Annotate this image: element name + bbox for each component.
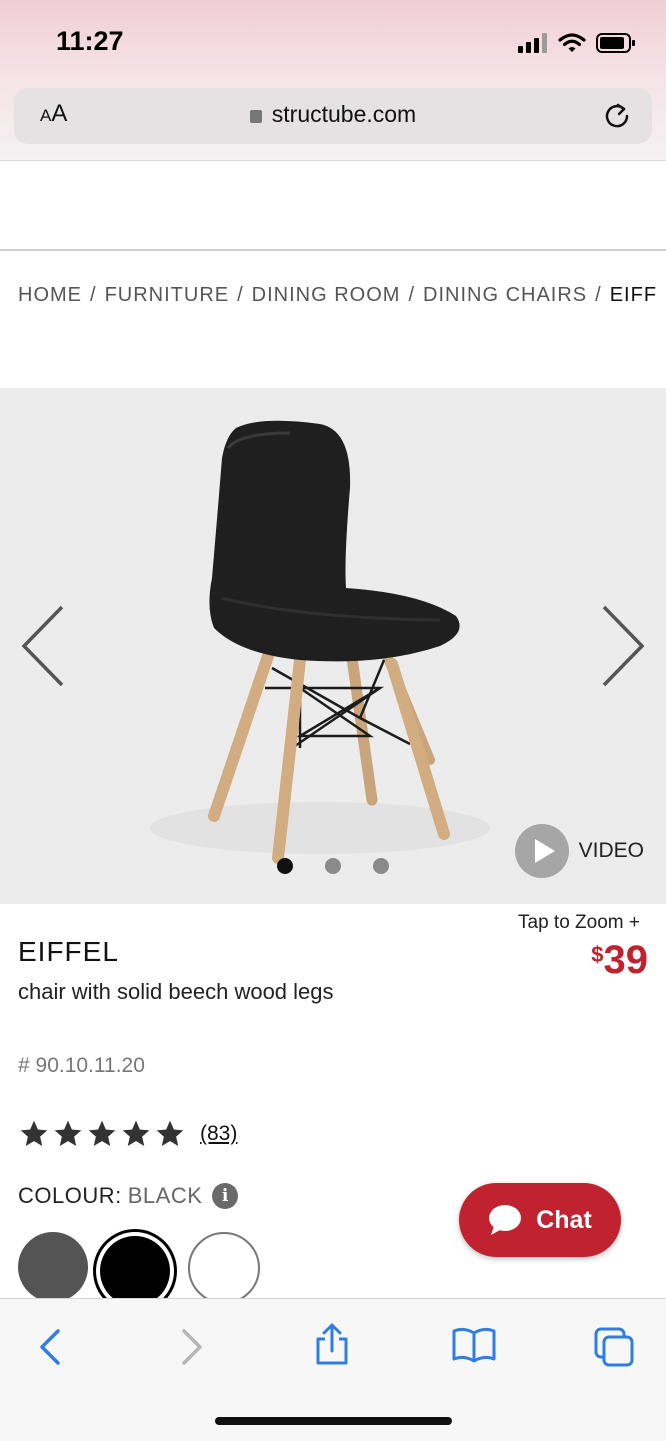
- browser-chrome: 11:27 AA structube.com: [0, 0, 666, 161]
- star-icon: [156, 1120, 184, 1146]
- breadcrumb-separator: /: [90, 284, 97, 306]
- breadcrumb-separator: /: [595, 284, 602, 306]
- share-icon[interactable]: [314, 1323, 350, 1367]
- back-icon[interactable]: [36, 1327, 64, 1367]
- gallery-prev-arrow[interactable]: [18, 603, 68, 689]
- breadcrumb-separator: /: [408, 284, 416, 306]
- breadcrumb-furniture[interactable]: FURNITURE: [105, 284, 230, 306]
- signal-icon: [518, 33, 547, 53]
- gallery-dot[interactable]: [373, 858, 389, 874]
- swatch-white[interactable]: [188, 1232, 260, 1304]
- url-bar[interactable]: AA structube.com: [14, 88, 652, 144]
- status-icons: [518, 28, 636, 58]
- gallery-next-arrow[interactable]: [598, 603, 648, 689]
- star-icon: [20, 1120, 48, 1146]
- chat-button[interactable]: Chat: [459, 1183, 621, 1257]
- site-header: [0, 161, 666, 251]
- info-icon[interactable]: i: [212, 1183, 239, 1209]
- home-indicator: [215, 1417, 452, 1425]
- lock-icon: [249, 110, 262, 123]
- rating[interactable]: (83): [18, 1118, 237, 1150]
- status-time: 11:27: [56, 26, 124, 56]
- product-name: EIFFEL: [18, 936, 119, 967]
- bookmarks-icon[interactable]: [452, 1327, 496, 1363]
- breadcrumb-current: EIFF: [609, 284, 658, 306]
- url-host[interactable]: structube.com: [14, 101, 652, 128]
- breadcrumb-dining-room[interactable]: DINING ROOM: [252, 284, 401, 306]
- review-count-link[interactable]: (83): [200, 1122, 237, 1146]
- gallery-dot[interactable]: [325, 858, 341, 874]
- product-sku: # 90.10.11.20: [18, 1054, 145, 1077]
- price: $39: [591, 938, 648, 983]
- breadcrumb-separator: /: [237, 284, 244, 306]
- forward-icon[interactable]: [178, 1327, 206, 1367]
- price-value: 39: [603, 938, 649, 982]
- star-icon: [88, 1120, 116, 1146]
- breadcrumb: HOME / FURNITURE / DINING ROOM / DINING CHAIRS…: [18, 284, 666, 307]
- breadcrumb-dining-chairs[interactable]: DINING CHAIRS: [423, 284, 587, 306]
- product-gallery[interactable]: VIDEO: [0, 388, 666, 904]
- tap-to-zoom[interactable]: Tap to Zoom +: [518, 912, 640, 934]
- colour-selector-label: COLOUR: BLACK i: [18, 1183, 239, 1209]
- price-currency: $: [591, 942, 604, 967]
- reload-icon[interactable]: [602, 100, 632, 130]
- colour-label: COLOUR:: [18, 1183, 122, 1208]
- tabs-icon[interactable]: [594, 1327, 634, 1367]
- gallery-dots: [0, 858, 666, 874]
- wifi-icon: [558, 33, 586, 52]
- swatch-dark-grey[interactable]: [18, 1232, 88, 1302]
- browser-toolbar: [0, 1298, 666, 1441]
- star-icon: [122, 1120, 150, 1146]
- colour-value: BLACK: [127, 1183, 203, 1208]
- url-host-text: structube.com: [271, 101, 417, 127]
- gallery-dot[interactable]: [277, 858, 293, 874]
- chat-label: Chat: [536, 1205, 592, 1234]
- star-icon: [54, 1120, 82, 1146]
- breadcrumb-home[interactable]: HOME: [18, 284, 82, 306]
- swatch-black[interactable]: [100, 1236, 170, 1306]
- product-description: chair with solid beech wood legs: [18, 979, 334, 1004]
- battery-icon: [596, 33, 635, 53]
- chat-bubble-icon: [489, 1205, 522, 1235]
